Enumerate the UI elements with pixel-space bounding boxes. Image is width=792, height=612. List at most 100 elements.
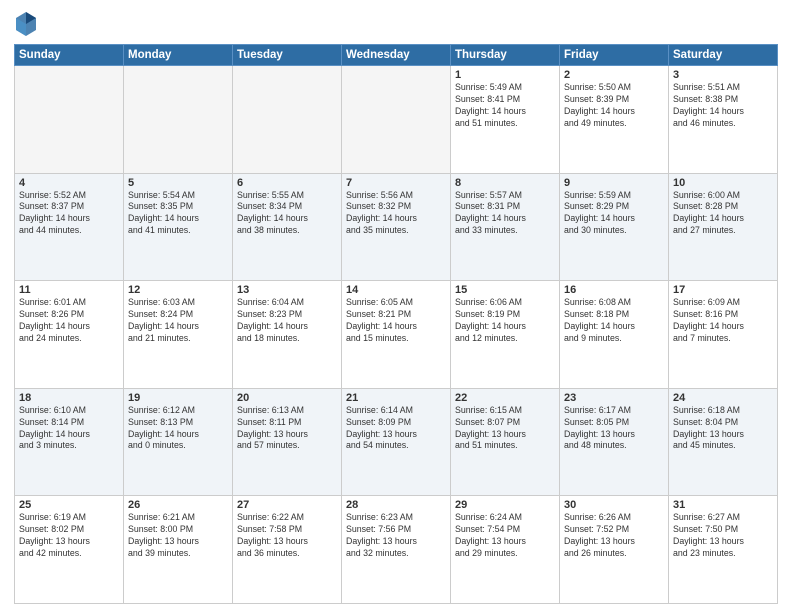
calendar-cell: 9Sunrise: 5:59 AM Sunset: 8:29 PM Daylig… [560,173,669,281]
calendar-cell: 21Sunrise: 6:14 AM Sunset: 8:09 PM Dayli… [342,388,451,496]
calendar-cell: 27Sunrise: 6:22 AM Sunset: 7:58 PM Dayli… [233,496,342,604]
day-number: 26 [128,499,228,511]
calendar-cell: 4Sunrise: 5:52 AM Sunset: 8:37 PM Daylig… [15,173,124,281]
day-info: Sunrise: 6:18 AM Sunset: 8:04 PM Dayligh… [673,405,773,453]
calendar-week-row: 4Sunrise: 5:52 AM Sunset: 8:37 PM Daylig… [15,173,778,281]
logo-icon [14,10,38,38]
calendar-cell [124,66,233,174]
calendar-cell: 8Sunrise: 5:57 AM Sunset: 8:31 PM Daylig… [451,173,560,281]
day-info: Sunrise: 6:15 AM Sunset: 8:07 PM Dayligh… [455,405,555,453]
day-info: Sunrise: 5:52 AM Sunset: 8:37 PM Dayligh… [19,190,119,238]
calendar-cell: 7Sunrise: 5:56 AM Sunset: 8:32 PM Daylig… [342,173,451,281]
calendar-cell: 22Sunrise: 6:15 AM Sunset: 8:07 PM Dayli… [451,388,560,496]
day-header-wednesday: Wednesday [342,45,451,66]
calendar-cell: 30Sunrise: 6:26 AM Sunset: 7:52 PM Dayli… [560,496,669,604]
calendar-cell: 16Sunrise: 6:08 AM Sunset: 8:18 PM Dayli… [560,281,669,389]
calendar-cell: 10Sunrise: 6:00 AM Sunset: 8:28 PM Dayli… [669,173,778,281]
day-number: 23 [564,392,664,404]
day-number: 9 [564,177,664,189]
calendar-week-row: 18Sunrise: 6:10 AM Sunset: 8:14 PM Dayli… [15,388,778,496]
calendar-cell: 31Sunrise: 6:27 AM Sunset: 7:50 PM Dayli… [669,496,778,604]
day-info: Sunrise: 5:49 AM Sunset: 8:41 PM Dayligh… [455,82,555,130]
day-header-monday: Monday [124,45,233,66]
calendar-cell [233,66,342,174]
calendar-cell: 26Sunrise: 6:21 AM Sunset: 8:00 PM Dayli… [124,496,233,604]
day-header-thursday: Thursday [451,45,560,66]
day-info: Sunrise: 5:54 AM Sunset: 8:35 PM Dayligh… [128,190,228,238]
calendar-cell: 15Sunrise: 6:06 AM Sunset: 8:19 PM Dayli… [451,281,560,389]
day-number: 8 [455,177,555,189]
calendar-cell: 5Sunrise: 5:54 AM Sunset: 8:35 PM Daylig… [124,173,233,281]
day-number: 21 [346,392,446,404]
calendar-cell: 29Sunrise: 6:24 AM Sunset: 7:54 PM Dayli… [451,496,560,604]
day-info: Sunrise: 6:21 AM Sunset: 8:00 PM Dayligh… [128,512,228,560]
calendar-cell [342,66,451,174]
day-number: 10 [673,177,773,189]
day-number: 24 [673,392,773,404]
header [14,10,778,38]
calendar-cell: 11Sunrise: 6:01 AM Sunset: 8:26 PM Dayli… [15,281,124,389]
day-info: Sunrise: 6:17 AM Sunset: 8:05 PM Dayligh… [564,405,664,453]
calendar-week-row: 25Sunrise: 6:19 AM Sunset: 8:02 PM Dayli… [15,496,778,604]
calendar-cell: 19Sunrise: 6:12 AM Sunset: 8:13 PM Dayli… [124,388,233,496]
day-header-sunday: Sunday [15,45,124,66]
day-info: Sunrise: 6:10 AM Sunset: 8:14 PM Dayligh… [19,405,119,453]
day-info: Sunrise: 6:24 AM Sunset: 7:54 PM Dayligh… [455,512,555,560]
day-info: Sunrise: 6:19 AM Sunset: 8:02 PM Dayligh… [19,512,119,560]
day-header-friday: Friday [560,45,669,66]
day-number: 2 [564,69,664,81]
calendar-week-row: 11Sunrise: 6:01 AM Sunset: 8:26 PM Dayli… [15,281,778,389]
day-info: Sunrise: 6:22 AM Sunset: 7:58 PM Dayligh… [237,512,337,560]
calendar-header-row: SundayMondayTuesdayWednesdayThursdayFrid… [15,45,778,66]
calendar-cell: 24Sunrise: 6:18 AM Sunset: 8:04 PM Dayli… [669,388,778,496]
calendar-cell: 1Sunrise: 5:49 AM Sunset: 8:41 PM Daylig… [451,66,560,174]
calendar-cell: 3Sunrise: 5:51 AM Sunset: 8:38 PM Daylig… [669,66,778,174]
day-number: 18 [19,392,119,404]
day-info: Sunrise: 6:14 AM Sunset: 8:09 PM Dayligh… [346,405,446,453]
calendar-week-row: 1Sunrise: 5:49 AM Sunset: 8:41 PM Daylig… [15,66,778,174]
logo [14,10,42,38]
day-info: Sunrise: 6:26 AM Sunset: 7:52 PM Dayligh… [564,512,664,560]
day-number: 17 [673,284,773,296]
day-number: 1 [455,69,555,81]
day-number: 30 [564,499,664,511]
calendar-cell: 2Sunrise: 5:50 AM Sunset: 8:39 PM Daylig… [560,66,669,174]
day-info: Sunrise: 6:12 AM Sunset: 8:13 PM Dayligh… [128,405,228,453]
day-info: Sunrise: 5:57 AM Sunset: 8:31 PM Dayligh… [455,190,555,238]
day-info: Sunrise: 6:08 AM Sunset: 8:18 PM Dayligh… [564,297,664,345]
calendar-cell [15,66,124,174]
day-header-saturday: Saturday [669,45,778,66]
calendar-cell: 20Sunrise: 6:13 AM Sunset: 8:11 PM Dayli… [233,388,342,496]
day-info: Sunrise: 6:06 AM Sunset: 8:19 PM Dayligh… [455,297,555,345]
day-number: 13 [237,284,337,296]
day-info: Sunrise: 6:01 AM Sunset: 8:26 PM Dayligh… [19,297,119,345]
calendar-cell: 23Sunrise: 6:17 AM Sunset: 8:05 PM Dayli… [560,388,669,496]
day-info: Sunrise: 5:55 AM Sunset: 8:34 PM Dayligh… [237,190,337,238]
day-number: 16 [564,284,664,296]
calendar-cell: 18Sunrise: 6:10 AM Sunset: 8:14 PM Dayli… [15,388,124,496]
day-number: 5 [128,177,228,189]
day-info: Sunrise: 6:00 AM Sunset: 8:28 PM Dayligh… [673,190,773,238]
day-number: 29 [455,499,555,511]
day-info: Sunrise: 6:03 AM Sunset: 8:24 PM Dayligh… [128,297,228,345]
calendar-cell: 14Sunrise: 6:05 AM Sunset: 8:21 PM Dayli… [342,281,451,389]
day-number: 22 [455,392,555,404]
day-number: 15 [455,284,555,296]
day-info: Sunrise: 6:13 AM Sunset: 8:11 PM Dayligh… [237,405,337,453]
day-number: 14 [346,284,446,296]
day-info: Sunrise: 5:51 AM Sunset: 8:38 PM Dayligh… [673,82,773,130]
day-number: 12 [128,284,228,296]
calendar-table: SundayMondayTuesdayWednesdayThursdayFrid… [14,44,778,604]
day-header-tuesday: Tuesday [233,45,342,66]
day-number: 28 [346,499,446,511]
day-info: Sunrise: 6:09 AM Sunset: 8:16 PM Dayligh… [673,297,773,345]
day-number: 4 [19,177,119,189]
calendar-cell: 12Sunrise: 6:03 AM Sunset: 8:24 PM Dayli… [124,281,233,389]
day-info: Sunrise: 5:50 AM Sunset: 8:39 PM Dayligh… [564,82,664,130]
day-info: Sunrise: 6:04 AM Sunset: 8:23 PM Dayligh… [237,297,337,345]
calendar-cell: 6Sunrise: 5:55 AM Sunset: 8:34 PM Daylig… [233,173,342,281]
day-number: 20 [237,392,337,404]
calendar-cell: 13Sunrise: 6:04 AM Sunset: 8:23 PM Dayli… [233,281,342,389]
day-info: Sunrise: 6:23 AM Sunset: 7:56 PM Dayligh… [346,512,446,560]
day-info: Sunrise: 5:56 AM Sunset: 8:32 PM Dayligh… [346,190,446,238]
